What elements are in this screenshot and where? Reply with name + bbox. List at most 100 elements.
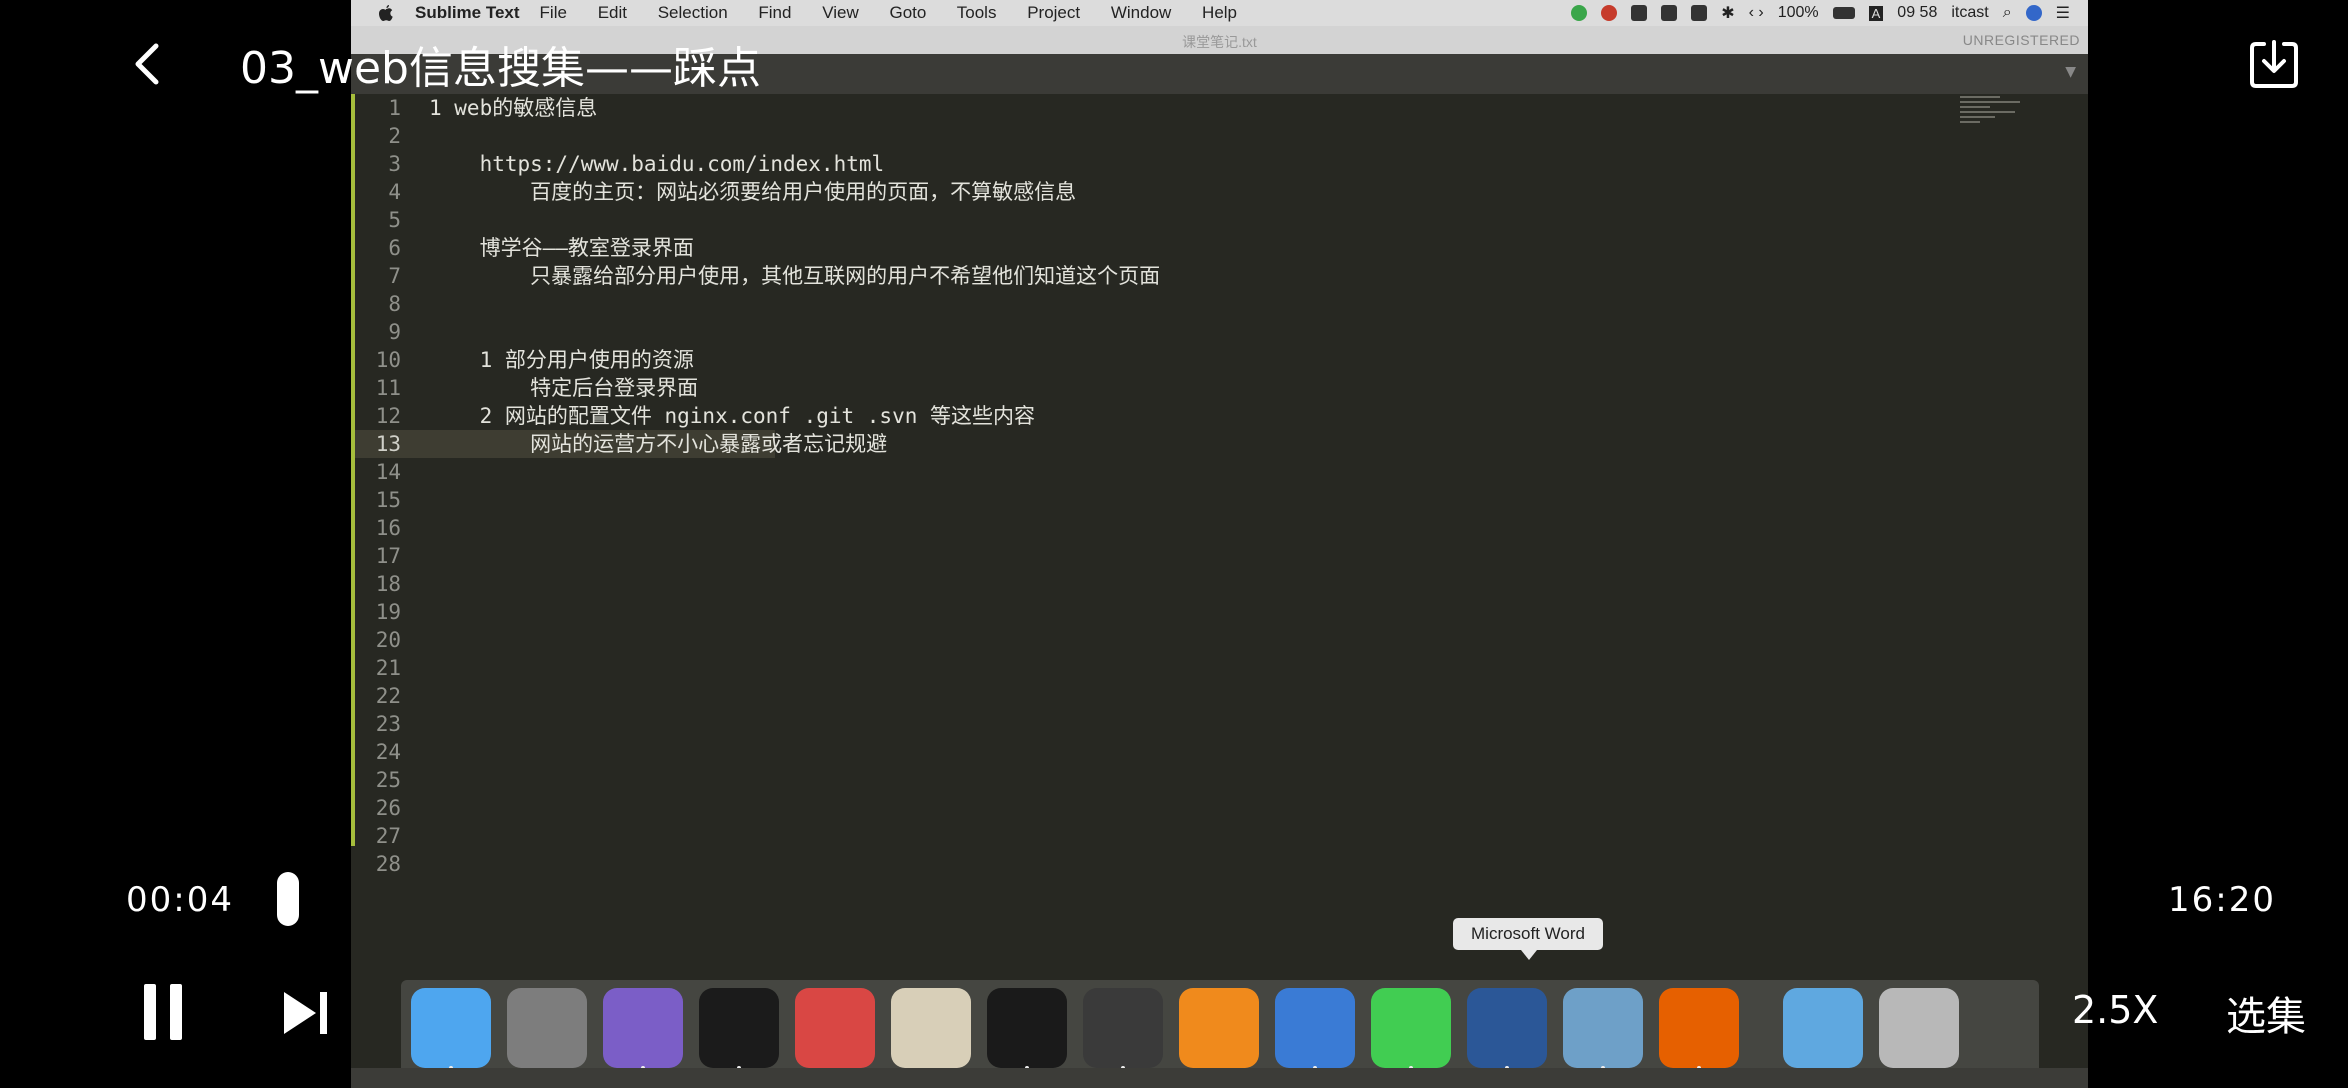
menu-window[interactable]: Window (1111, 3, 1171, 22)
line-text: 1 部分用户使用的资源 (429, 348, 694, 372)
recorder-icon[interactable] (1601, 5, 1618, 21)
line-text: 2 网站的配置文件 nginx.conf .git .svn 等这些内容 (429, 404, 1036, 428)
code-line[interactable]: 11 特定后台登录界面 (351, 374, 2088, 402)
video-frame[interactable]: Sublime Text File Edit Selection Find Vi… (351, 0, 2088, 1088)
code-line[interactable]: 4 百度的主页：网站必须要给用户使用的页面，不算敏感信息 (351, 178, 2088, 206)
preview-icon[interactable] (1563, 988, 1643, 1070)
minimap[interactable] (1960, 96, 2030, 130)
line-text: 百度的主页：网站必须要给用户使用的页面，不算敏感信息 (429, 180, 1077, 204)
code-line[interactable]: 28 (351, 850, 2088, 878)
code-line[interactable]: 25 (351, 766, 2088, 794)
code-line[interactable]: 8 (351, 290, 2088, 318)
siri-icon[interactable] (2025, 5, 2042, 21)
menu-tools[interactable]: Tools (957, 3, 997, 22)
finder-icon[interactable] (411, 988, 491, 1070)
code-line[interactable]: 14 (351, 458, 2088, 486)
code-line[interactable]: 12 2 网站的配置文件 nginx.conf .git .svn 等这些内容 (351, 402, 2088, 430)
notification-list-icon[interactable]: ☰ (2056, 3, 2070, 23)
code-line[interactable]: 3 https://www.baidu.com/index.html (351, 150, 2088, 178)
input-source[interactable]: A (1868, 5, 1884, 21)
code-line[interactable]: 2 (351, 122, 2088, 150)
pdf-expert-icon[interactable] (795, 988, 875, 1068)
tab-dropdown-icon[interactable]: ▼ (2065, 64, 2076, 80)
code-line[interactable]: 22 (351, 682, 2088, 710)
line-number: 20 (375, 628, 401, 652)
display-icon[interactable] (1661, 5, 1678, 21)
pause-icon (144, 984, 156, 1040)
downloads-folder-icon[interactable] (1783, 988, 1863, 1068)
menu-selection[interactable]: Selection (658, 3, 728, 22)
line-number: 11 (375, 376, 401, 400)
progress-scrubber-handle[interactable] (277, 872, 299, 926)
menu-goto[interactable]: Goto (889, 3, 926, 22)
code-icon[interactable]: ‹ › (1749, 4, 1764, 22)
code-line[interactable]: 26 (351, 794, 2088, 822)
bluetooth-icon[interactable]: ✱ (1721, 3, 1734, 23)
line-number: 8 (388, 292, 401, 316)
apple-icon[interactable] (373, 0, 399, 26)
line-number: 17 (375, 544, 401, 568)
clock[interactable]: 09 58 (1897, 4, 1937, 22)
download-icon[interactable] (2246, 36, 2302, 92)
code-line[interactable]: 18 (351, 570, 2088, 598)
vmware-icon[interactable] (1275, 988, 1355, 1070)
obs-icon[interactable] (987, 988, 1067, 1070)
layout-icon[interactable] (1691, 5, 1708, 21)
line-text: 网站的运营方不小心暴露或者忘记规避 (429, 432, 888, 456)
line-number: 25 (375, 768, 401, 792)
next-episode-button[interactable] (280, 988, 332, 1038)
code-line[interactable]: 5 (351, 206, 2088, 234)
unregistered-label: UNREGISTERED (1962, 32, 2080, 48)
status-area: ✱ ‹ › 100% A 09 58 itcast ⌕ ☰ (1571, 0, 2070, 26)
code-line[interactable]: 10 1 部分用户使用的资源 (351, 346, 2088, 374)
spotlight-search-icon[interactable]: ⌕ (2003, 4, 2012, 22)
textedit-icon[interactable] (891, 988, 971, 1068)
terminal-icon[interactable] (699, 988, 779, 1070)
code-line[interactable]: 1 1 web的敏感信息 (351, 94, 2088, 122)
code-line[interactable]: 19 (351, 598, 2088, 626)
menu-find[interactable]: Find (758, 3, 791, 22)
menu-project[interactable]: Project (1027, 3, 1080, 22)
emacs-icon[interactable] (603, 988, 683, 1070)
menu-file[interactable]: File (540, 3, 567, 22)
code-line[interactable]: 20 (351, 626, 2088, 654)
user-name[interactable]: itcast (1951, 4, 1988, 22)
editor-text-area[interactable]: 11 web的敏感信息 2 3 https://www.baidu.com/inde… (351, 94, 2088, 878)
launchpad-icon[interactable] (507, 988, 587, 1068)
line-number: 26 (375, 796, 401, 820)
code-line[interactable]: 21 (351, 654, 2088, 682)
code-line[interactable]: 23 (351, 710, 2088, 738)
battery-icon[interactable] (1832, 7, 1855, 19)
skip-next-icon (284, 992, 327, 1034)
code-line[interactable]: 27 (351, 822, 2088, 850)
qt-creator-icon[interactable] (1371, 988, 1451, 1070)
playback-speed-button[interactable]: 2.5X (2072, 988, 2158, 1032)
pause-button[interactable] (142, 984, 182, 1040)
sync-icon[interactable] (1571, 5, 1588, 21)
code-line[interactable]: 9 (351, 318, 2088, 346)
code-line[interactable]: 24 (351, 738, 2088, 766)
window-icon[interactable] (1631, 5, 1648, 21)
vlc-icon[interactable] (1179, 988, 1259, 1068)
line-text: 博学谷——教室登录界面 (429, 236, 694, 260)
code-line[interactable]: 13 网站的运营方不小心暴露或者忘记规避 (351, 430, 2088, 458)
code-line[interactable]: 6 博学谷——教室登录界面 (351, 234, 2088, 262)
episodes-button[interactable]: 选集 (2226, 984, 2306, 1042)
menu-view[interactable]: View (822, 3, 859, 22)
dock-tooltip: Microsoft Word (1453, 918, 1603, 960)
line-number: 6 (388, 236, 401, 260)
menu-edit[interactable]: Edit (598, 3, 627, 22)
app-name-menu[interactable]: Sublime Text (415, 3, 520, 23)
menu-help[interactable]: Help (1202, 3, 1237, 22)
code-line[interactable]: 7 只暴露给部分用户使用，其他互联网的用户不希望他们知道这个页面 (351, 262, 2088, 290)
code-line[interactable]: 16 (351, 514, 2088, 542)
code-line[interactable]: 17 (351, 542, 2088, 570)
line-number: 28 (375, 852, 401, 876)
back-icon[interactable] (128, 40, 168, 88)
line-number: 23 (375, 712, 401, 736)
sublime-text-icon[interactable] (1083, 988, 1163, 1070)
code-line[interactable]: 15 (351, 486, 2088, 514)
firefox-icon[interactable] (1659, 988, 1739, 1070)
microsoft-word-icon[interactable] (1467, 988, 1547, 1070)
trash-icon[interactable] (1879, 988, 1959, 1068)
